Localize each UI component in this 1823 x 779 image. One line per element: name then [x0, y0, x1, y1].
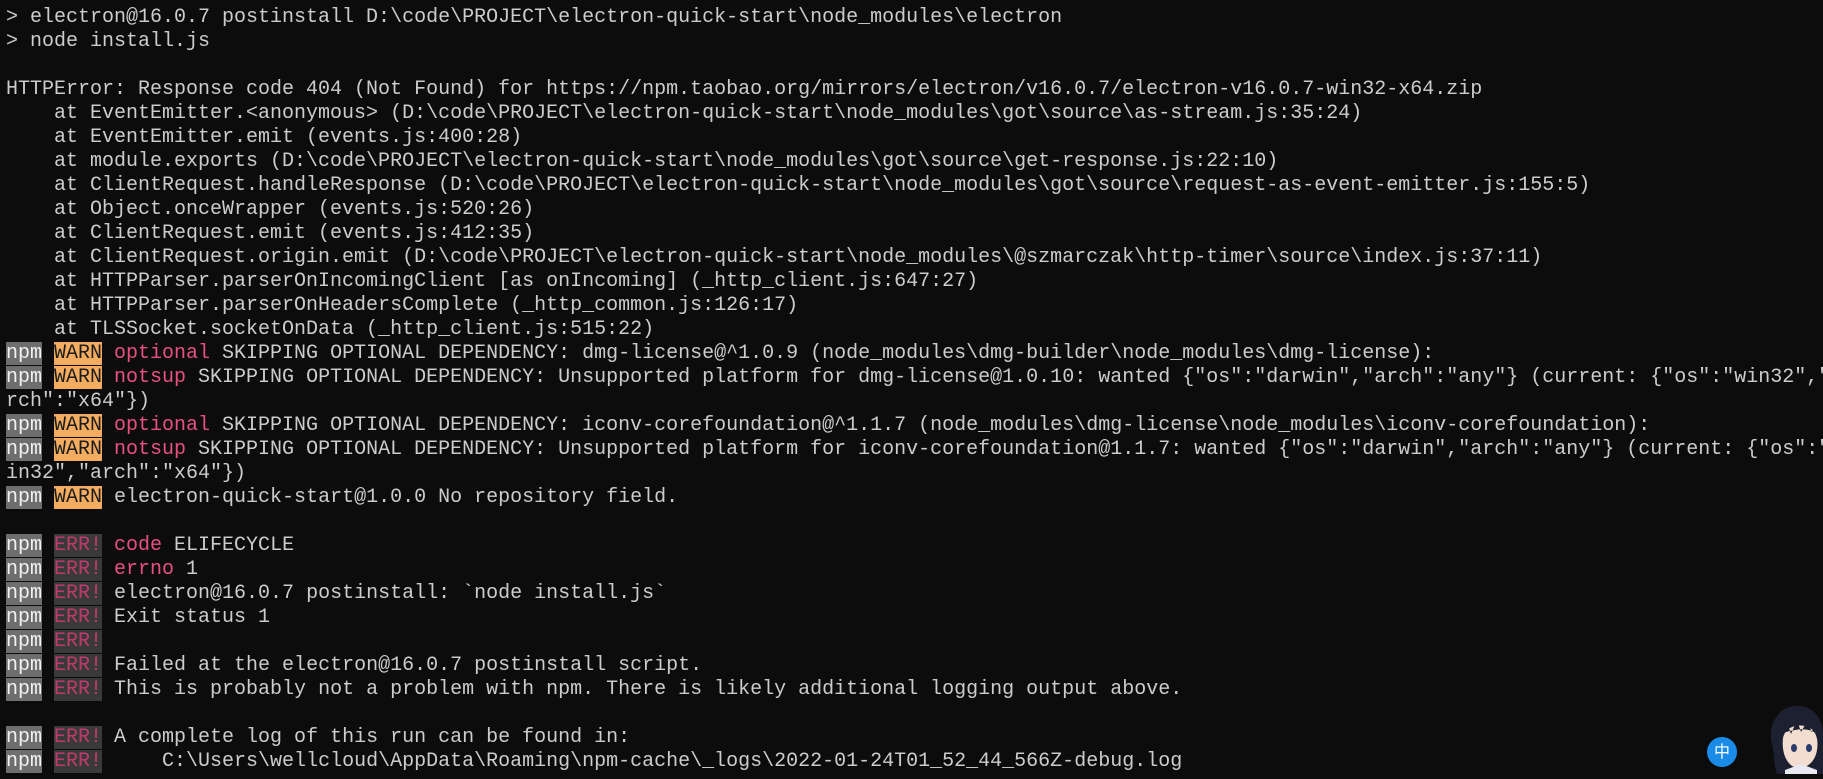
stack-trace-line: at ClientRequest.handleResponse (D:\code…	[6, 174, 1591, 197]
npm-warn-line: npm WARN optional SKIPPING OPTIONAL DEPENDE…	[0, 414, 1823, 438]
error-text: Exit status 1	[114, 606, 271, 629]
npm-prefix: npm	[6, 654, 43, 677]
warning-text: SKIPPING OPTIONAL DEPENDENCY: Unsupporte…	[198, 366, 1823, 389]
log-path[interactable]: C:\Users\wellcloud\AppData\Roaming\npm-c…	[114, 750, 1182, 773]
avatar-image	[1770, 705, 1823, 774]
stack-trace-line: at module.exports (D:\code\PROJECT\elect…	[6, 150, 1279, 173]
npm-prefix: npm	[6, 582, 43, 605]
error-text: This is probably not a problem with npm.…	[114, 678, 1183, 701]
npm-prefix: npm	[6, 342, 43, 365]
npm-err-line: npm ERR! This is probably not a problem wi…	[0, 678, 1823, 702]
stack-trace-line: at ClientRequest.origin.emit (D:\code\PR…	[6, 246, 1543, 269]
npm-err-line: npm ERR! code ELIFECYCLE	[0, 534, 1823, 558]
warning-text: SKIPPING OPTIONAL DEPENDENCY: Unsupporte…	[198, 438, 1823, 461]
prompt-line: > node install.js	[6, 30, 211, 53]
warn-badge: WARN	[54, 342, 103, 365]
err-badge: ERR!	[54, 606, 103, 629]
error-text: electron@16.0.7 postinstall: `node insta…	[114, 582, 667, 605]
npm-warn-line: npm WARN notsup SKIPPING OPTIONAL DEPENDENC…	[0, 366, 1823, 390]
npm-prefix: npm	[6, 726, 43, 749]
npm-err-line: npm ERR! Exit status 1	[0, 606, 1823, 630]
prompt-line: > electron@16.0.7 postinstall D:\code\PR…	[6, 6, 1063, 29]
err-badge: ERR!	[54, 558, 103, 581]
warning-text: SKIPPING OPTIONAL DEPENDENCY: iconv-core…	[222, 414, 1651, 437]
stack-trace-line: at HTTPParser.parserOnHeadersComplete (_…	[6, 294, 799, 317]
npm-err-line: npm ERR!	[0, 630, 1823, 654]
err-badge: ERR!	[54, 630, 103, 653]
stack-trace-line: at EventEmitter.emit (events.js:400:28)	[6, 126, 523, 149]
npm-warn-line: npm WARN electron-quick-start@1.0.0 No rep…	[0, 486, 1823, 510]
warn-badge: WARN	[54, 366, 103, 389]
stack-trace-line: at EventEmitter.<anonymous> (D:\code\PRO…	[6, 102, 1363, 125]
wrapped-line: rch":"x64"})	[6, 390, 151, 413]
warn-badge: WARN	[54, 414, 103, 437]
warn-badge: WARN	[54, 486, 103, 509]
npm-prefix: npm	[6, 366, 43, 389]
error-tag: errno	[114, 558, 175, 581]
npm-prefix: npm	[6, 558, 43, 581]
npm-prefix: npm	[6, 438, 43, 461]
err-badge: ERR!	[54, 654, 103, 677]
warning-tag: notsup	[114, 438, 187, 461]
warn-badge: WARN	[54, 438, 103, 461]
ime-chinese-icon[interactable]: 中	[1707, 737, 1737, 767]
npm-err-line: npm ERR! Failed at the electron@16.0.7 pos…	[0, 654, 1823, 678]
error-text: Failed at the electron@16.0.7 postinstal…	[114, 654, 703, 677]
warning-tag: notsup	[114, 366, 187, 389]
error-text: 1	[186, 558, 199, 581]
npm-prefix: npm	[6, 486, 43, 509]
avatar-icon[interactable]	[1765, 700, 1823, 774]
npm-prefix: npm	[6, 678, 43, 701]
err-badge: ERR!	[54, 582, 103, 605]
stack-trace-line: at ClientRequest.emit (events.js:412:35)	[6, 222, 535, 245]
error-text: ELIFECYCLE	[174, 534, 295, 557]
npm-prefix: npm	[6, 606, 43, 629]
warning-tag: optional	[114, 414, 211, 437]
npm-warn-line: npm WARN notsup SKIPPING OPTIONAL DEPENDENC…	[0, 438, 1823, 462]
warning-text: SKIPPING OPTIONAL DEPENDENCY: dmg-licens…	[222, 342, 1435, 365]
npm-err-line: npm ERR! A complete log of this run can be…	[0, 726, 1823, 750]
err-badge: ERR!	[54, 726, 103, 749]
err-badge: ERR!	[54, 750, 103, 773]
err-badge: ERR!	[54, 534, 103, 557]
npm-prefix: npm	[6, 414, 43, 437]
err-badge: ERR!	[54, 678, 103, 701]
npm-err-line: npm ERR! errno 1	[0, 558, 1823, 582]
error-tag: code	[114, 534, 163, 557]
http-error-message: HTTPError: Response code 404 (Not Found)…	[6, 78, 1483, 101]
wrapped-line: in32","arch":"x64"})	[6, 462, 247, 485]
npm-err-line: npm ERR! C:\Users\wellcloud\AppData\Roami…	[0, 750, 1823, 774]
avatar-eye-right	[1806, 744, 1812, 752]
stack-trace-line: at HTTPParser.parserOnIncomingClient [as…	[6, 270, 979, 293]
log-text: A complete log of this run can be found …	[114, 726, 631, 749]
stack-trace-line: at TLSSocket.socketOnData (_http_client.…	[6, 318, 655, 341]
terminal-output[interactable]: > electron@16.0.7 postinstall D:\code\PR…	[0, 0, 1823, 774]
warning-text: electron-quick-start@1.0.0 No repository…	[114, 486, 679, 509]
avatar-eye-left	[1791, 744, 1797, 752]
stack-trace-line: at Object.onceWrapper (events.js:520:26)	[6, 198, 535, 221]
npm-prefix: npm	[6, 534, 43, 557]
warning-tag: optional	[114, 342, 211, 365]
npm-prefix: npm	[6, 750, 43, 773]
npm-err-line: npm ERR! electron@16.0.7 postinstall: `nod…	[0, 582, 1823, 606]
npm-prefix: npm	[6, 630, 43, 653]
npm-warn-line: npm WARN optional SKIPPING OPTIONAL DEPENDE…	[0, 342, 1823, 366]
